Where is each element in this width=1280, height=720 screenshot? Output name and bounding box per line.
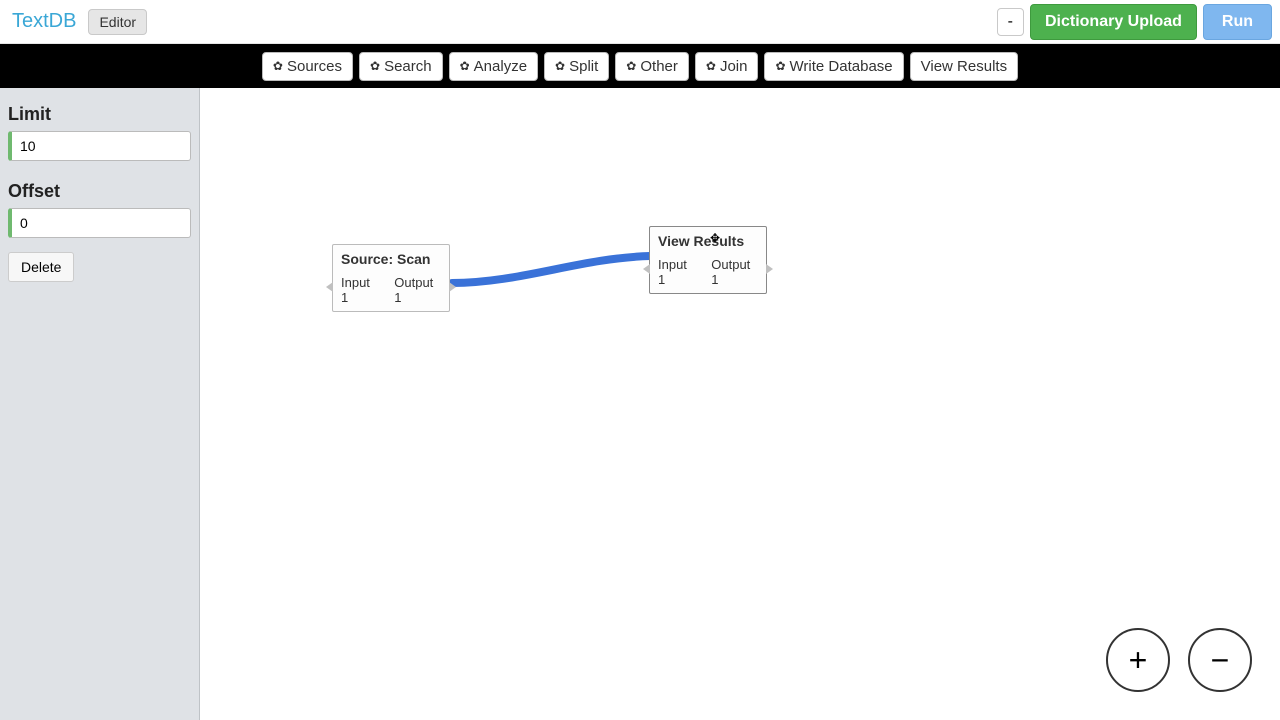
delete-button[interactable]: Delete (8, 252, 74, 282)
main-area: Limit Offset Delete Source: Scan Input 1… (0, 88, 1280, 720)
node-view-results[interactable]: View Results Input 1 Output 1 ✥ (649, 226, 767, 294)
limit-label: Limit (8, 104, 191, 125)
port-out-icon (766, 264, 773, 274)
refresh-icon: ✿ (775, 60, 785, 72)
port-out-icon (449, 282, 456, 292)
limit-input[interactable] (8, 131, 191, 161)
refresh-icon: ✿ (273, 60, 283, 72)
flow-canvas[interactable]: Source: Scan Input 1 Output 1 View Resul… (200, 88, 1280, 720)
editor-button[interactable]: Editor (88, 9, 147, 35)
top-bar: TextDB Editor - Dictionary Upload Run (0, 0, 1280, 44)
operator-toolbar: ✿Sources ✿Search ✿Analyze ✿Split ✿Other … (0, 44, 1280, 88)
connection-line (200, 88, 1280, 720)
toolbar-search[interactable]: ✿Search (359, 52, 443, 81)
node-title: View Results (658, 233, 758, 249)
port-input-label: Input 1 (341, 275, 378, 305)
toolbar-join[interactable]: ✿Join (695, 52, 759, 81)
port-output-label: Output 1 (394, 275, 441, 305)
zoom-controls: + − (1106, 628, 1252, 692)
port-output-label: Output 1 (711, 257, 758, 287)
zoom-out-button[interactable]: − (1188, 628, 1252, 692)
brand-logo: TextDB (12, 10, 76, 33)
offset-input[interactable] (8, 208, 191, 238)
port-in-icon (326, 282, 333, 292)
port-input-label: Input 1 (658, 257, 695, 287)
toolbar-analyze[interactable]: ✿Analyze (449, 52, 538, 81)
run-button[interactable]: Run (1203, 4, 1272, 40)
refresh-icon: ✿ (555, 60, 565, 72)
toolbar-write-database[interactable]: ✿Write Database (764, 52, 903, 81)
node-source-scan[interactable]: Source: Scan Input 1 Output 1 (332, 244, 450, 312)
toolbar-sources[interactable]: ✿Sources (262, 52, 353, 81)
port-in-icon (643, 264, 650, 274)
refresh-icon: ✿ (460, 60, 470, 72)
toolbar-view-results[interactable]: View Results (910, 52, 1018, 81)
refresh-icon: ✿ (626, 60, 636, 72)
properties-sidebar: Limit Offset Delete (0, 88, 200, 720)
collapse-button[interactable]: - (997, 8, 1024, 36)
toolbar-split[interactable]: ✿Split (544, 52, 609, 81)
dictionary-upload-button[interactable]: Dictionary Upload (1030, 4, 1197, 40)
toolbar-other[interactable]: ✿Other (615, 52, 689, 81)
offset-label: Offset (8, 181, 191, 202)
zoom-in-button[interactable]: + (1106, 628, 1170, 692)
refresh-icon: ✿ (706, 60, 716, 72)
node-title: Source: Scan (341, 251, 441, 267)
refresh-icon: ✿ (370, 60, 380, 72)
